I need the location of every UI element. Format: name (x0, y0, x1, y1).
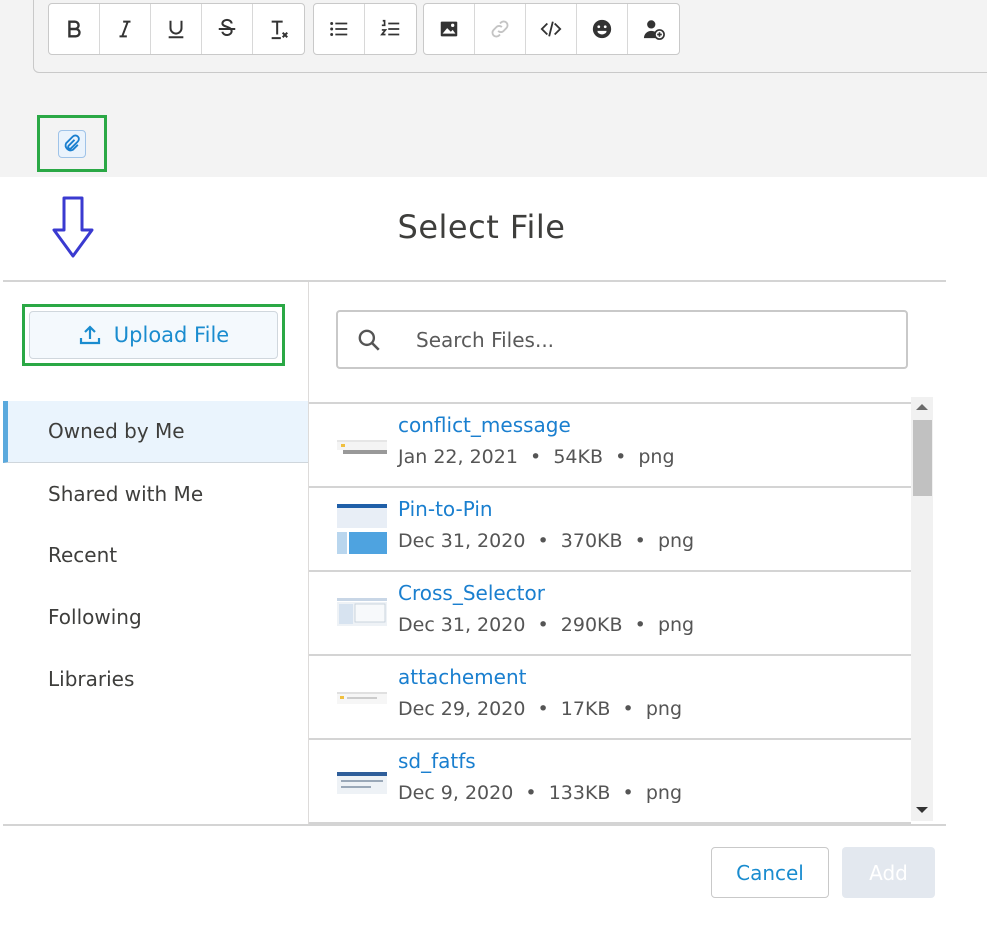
image-button[interactable] (424, 4, 475, 54)
image-icon (440, 21, 458, 37)
header-divider (3, 280, 946, 282)
search-box (336, 310, 908, 369)
sidebar-item-shared-with-me[interactable]: Shared with Me (3, 463, 309, 525)
dialog-title: Select File (397, 208, 566, 246)
mention-user-button[interactable] (628, 4, 679, 54)
file-meta: Dec 29, 2020 • 17KB • png (398, 698, 683, 720)
code-icon (540, 21, 562, 37)
upload-highlight: Upload File (22, 304, 285, 366)
bulleted-list-button[interactable] (314, 4, 365, 54)
bulleted-list-icon (330, 22, 348, 36)
file-name: Pin-to-Pin (398, 497, 493, 521)
file-meta: Dec 31, 2020 • 290KB • png (398, 614, 695, 636)
scroll-up-arrow-icon[interactable] (916, 404, 928, 410)
sidebar-item-owned-by-me[interactable]: Owned by Me (3, 401, 309, 463)
link-button[interactable] (475, 4, 526, 54)
underline-button[interactable] (151, 4, 202, 54)
sidebar-item-following[interactable]: Following (3, 586, 309, 648)
bold-icon (68, 20, 81, 38)
paperclip-icon (64, 134, 80, 151)
file-list: conflict_message Jan 22, 2021 • 54KB • p… (309, 402, 911, 824)
cancel-button[interactable]: Cancel (711, 847, 829, 898)
editor-area (0, 0, 987, 177)
file-name: sd_fatfs (398, 749, 476, 773)
sidebar-nav: Owned by Me Shared with Me Recent Follow… (3, 401, 309, 710)
list-item[interactable]: Pin-to-Pin Dec 31, 2020 • 370KB • png (309, 488, 911, 572)
numbered-list-icon (379, 19, 399, 36)
emoji-icon (592, 19, 612, 39)
clear-format-icon (271, 20, 288, 40)
italic-button[interactable] (100, 4, 151, 54)
file-thumbnail (337, 598, 387, 626)
clear-format-button[interactable] (253, 4, 304, 54)
list-item[interactable]: sd_fatfs Dec 9, 2020 • 133KB • png (309, 740, 911, 824)
editor-box (33, 0, 987, 73)
bold-button[interactable] (49, 4, 100, 54)
toolbar-format-group (48, 3, 305, 55)
strikethrough-icon (218, 18, 236, 36)
file-meta: Dec 31, 2020 • 370KB • png (398, 530, 695, 552)
file-thumbnail (337, 772, 387, 794)
file-list-scrollbar[interactable] (911, 397, 933, 821)
upload-file-button[interactable]: Upload File (29, 311, 278, 359)
file-meta: Jan 22, 2021 • 54KB • png (398, 446, 675, 468)
file-thumbnail (337, 692, 387, 704)
footer-divider (3, 824, 946, 826)
file-thumbnail (337, 440, 387, 454)
upload-icon (79, 325, 100, 345)
search-icon (358, 329, 380, 351)
search-input[interactable] (416, 326, 886, 354)
scroll-thumb[interactable] (913, 420, 932, 496)
file-name: conflict_message (398, 413, 571, 437)
list-item[interactable]: conflict_message Jan 22, 2021 • 54KB • p… (309, 404, 911, 488)
sidebar-item-recent[interactable]: Recent (3, 525, 309, 587)
attach-file-button[interactable] (58, 129, 86, 158)
page: Select File Upload File Owned by Me Shar… (0, 0, 987, 938)
toolbar-insert-group (423, 3, 680, 55)
link-icon (491, 20, 509, 38)
underline-icon (168, 20, 184, 39)
scroll-down-arrow-icon[interactable] (916, 807, 928, 813)
toolbar-list-group (313, 3, 417, 55)
mention-user-icon (643, 20, 665, 40)
file-name: Cross_Selector (398, 581, 545, 605)
list-item[interactable]: Cross_Selector Dec 31, 2020 • 290KB • pn… (309, 572, 911, 656)
strikethrough-button[interactable] (202, 4, 253, 54)
numbered-list-button[interactable] (365, 4, 416, 54)
file-meta: Dec 9, 2020 • 133KB • png (398, 782, 683, 804)
file-name: attachement (398, 665, 527, 689)
attach-highlight (37, 115, 107, 172)
code-button[interactable] (526, 4, 577, 54)
sidebar-item-libraries[interactable]: Libraries (3, 648, 309, 710)
list-item[interactable]: attachement Dec 29, 2020 • 17KB • png (309, 656, 911, 740)
upload-file-label: Upload File (113, 323, 230, 347)
add-button[interactable]: Add (842, 847, 935, 898)
emoji-button[interactable] (577, 4, 628, 54)
italic-icon (119, 20, 131, 38)
file-thumbnail (337, 504, 387, 554)
